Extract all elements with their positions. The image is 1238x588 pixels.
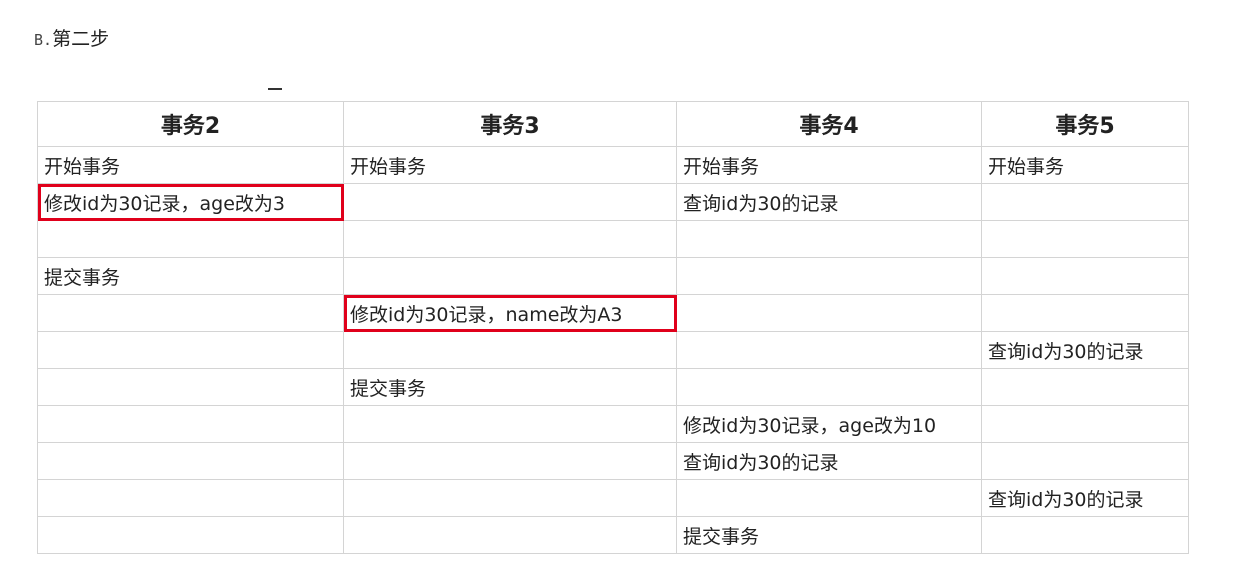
table-cell [343, 220, 677, 258]
table-row [37, 220, 1189, 258]
table-cell: 修改id为30记录，age改为10 [676, 405, 982, 443]
table-cell: 开始事务 [981, 146, 1189, 184]
table-cell [981, 183, 1189, 221]
table-cell [676, 294, 982, 332]
table-cell: 开始事务 [676, 146, 982, 184]
table-row: 修改id为30记录，age改为3 查询id为30的记录 [37, 183, 1189, 221]
table-cell [343, 331, 677, 369]
table-cell [37, 405, 344, 443]
table-cell: 查询id为30的记录 [676, 183, 982, 221]
table-cell [981, 257, 1189, 295]
table-row: 查询id为30的记录 [37, 479, 1189, 517]
table-row: 修改id为30记录，name改为A3 [37, 294, 1189, 332]
table-row: 修改id为30记录，age改为10 [37, 405, 1189, 443]
table-row: 查询id为30的记录 [37, 331, 1189, 369]
step-prefix: B. [34, 31, 53, 49]
table-cell [343, 257, 677, 295]
table-cell [676, 257, 982, 295]
table-cell [37, 220, 344, 258]
table-cell [981, 368, 1189, 406]
table-cell [37, 479, 344, 517]
table-row: 提交事务 [37, 368, 1189, 406]
table-cell [676, 220, 982, 258]
table-cell [343, 516, 677, 554]
step-heading: B.第二步 [34, 24, 109, 55]
header-cell: 事务4 [676, 101, 982, 147]
table-cell [37, 442, 344, 480]
header-row: 事务2 事务3 事务4 事务5 [37, 101, 1189, 147]
table-row: 提交事务 [37, 257, 1189, 295]
step-title: 第二步 [52, 28, 110, 50]
transaction-table: 事务2 事务3 事务4 事务5 开始事务 开始事务 开始事务 开始事务 修改id… [37, 101, 1189, 554]
table-cell: 查询id为30的记录 [981, 479, 1189, 517]
table-cell [343, 442, 677, 480]
table-cell [343, 405, 677, 443]
table-cell [37, 294, 344, 332]
table-cell [981, 294, 1189, 332]
table-cell [676, 368, 982, 406]
table-row: 开始事务 开始事务 开始事务 开始事务 [37, 146, 1189, 184]
table-cell: 查询id为30的记录 [676, 442, 982, 480]
header-cell: 事务5 [981, 101, 1189, 147]
table-row: 提交事务 [37, 516, 1189, 554]
table-row: 查询id为30的记录 [37, 442, 1189, 480]
table-cell [37, 516, 344, 554]
table-cell: 提交事务 [676, 516, 982, 554]
table-cell: 开始事务 [37, 146, 344, 184]
highlighted-cell: 修改id为30记录，age改为3 [37, 183, 344, 221]
table-cell [343, 479, 677, 517]
table-cell: 开始事务 [343, 146, 677, 184]
header-cell: 事务3 [343, 101, 677, 147]
table-cell [981, 442, 1189, 480]
table-cell [37, 331, 344, 369]
table-cell [676, 479, 982, 517]
table-cell: 查询id为30的记录 [981, 331, 1189, 369]
table-cell [343, 183, 677, 221]
header-cell: 事务2 [37, 101, 344, 147]
table-cell: 提交事务 [343, 368, 677, 406]
table-cell [676, 331, 982, 369]
table-cell [981, 220, 1189, 258]
table-cell [981, 516, 1189, 554]
table-cell: 提交事务 [37, 257, 344, 295]
highlighted-cell: 修改id为30记录，name改为A3 [343, 294, 677, 332]
dash-mark [268, 88, 282, 90]
table-cell [981, 405, 1189, 443]
table-cell [37, 368, 344, 406]
